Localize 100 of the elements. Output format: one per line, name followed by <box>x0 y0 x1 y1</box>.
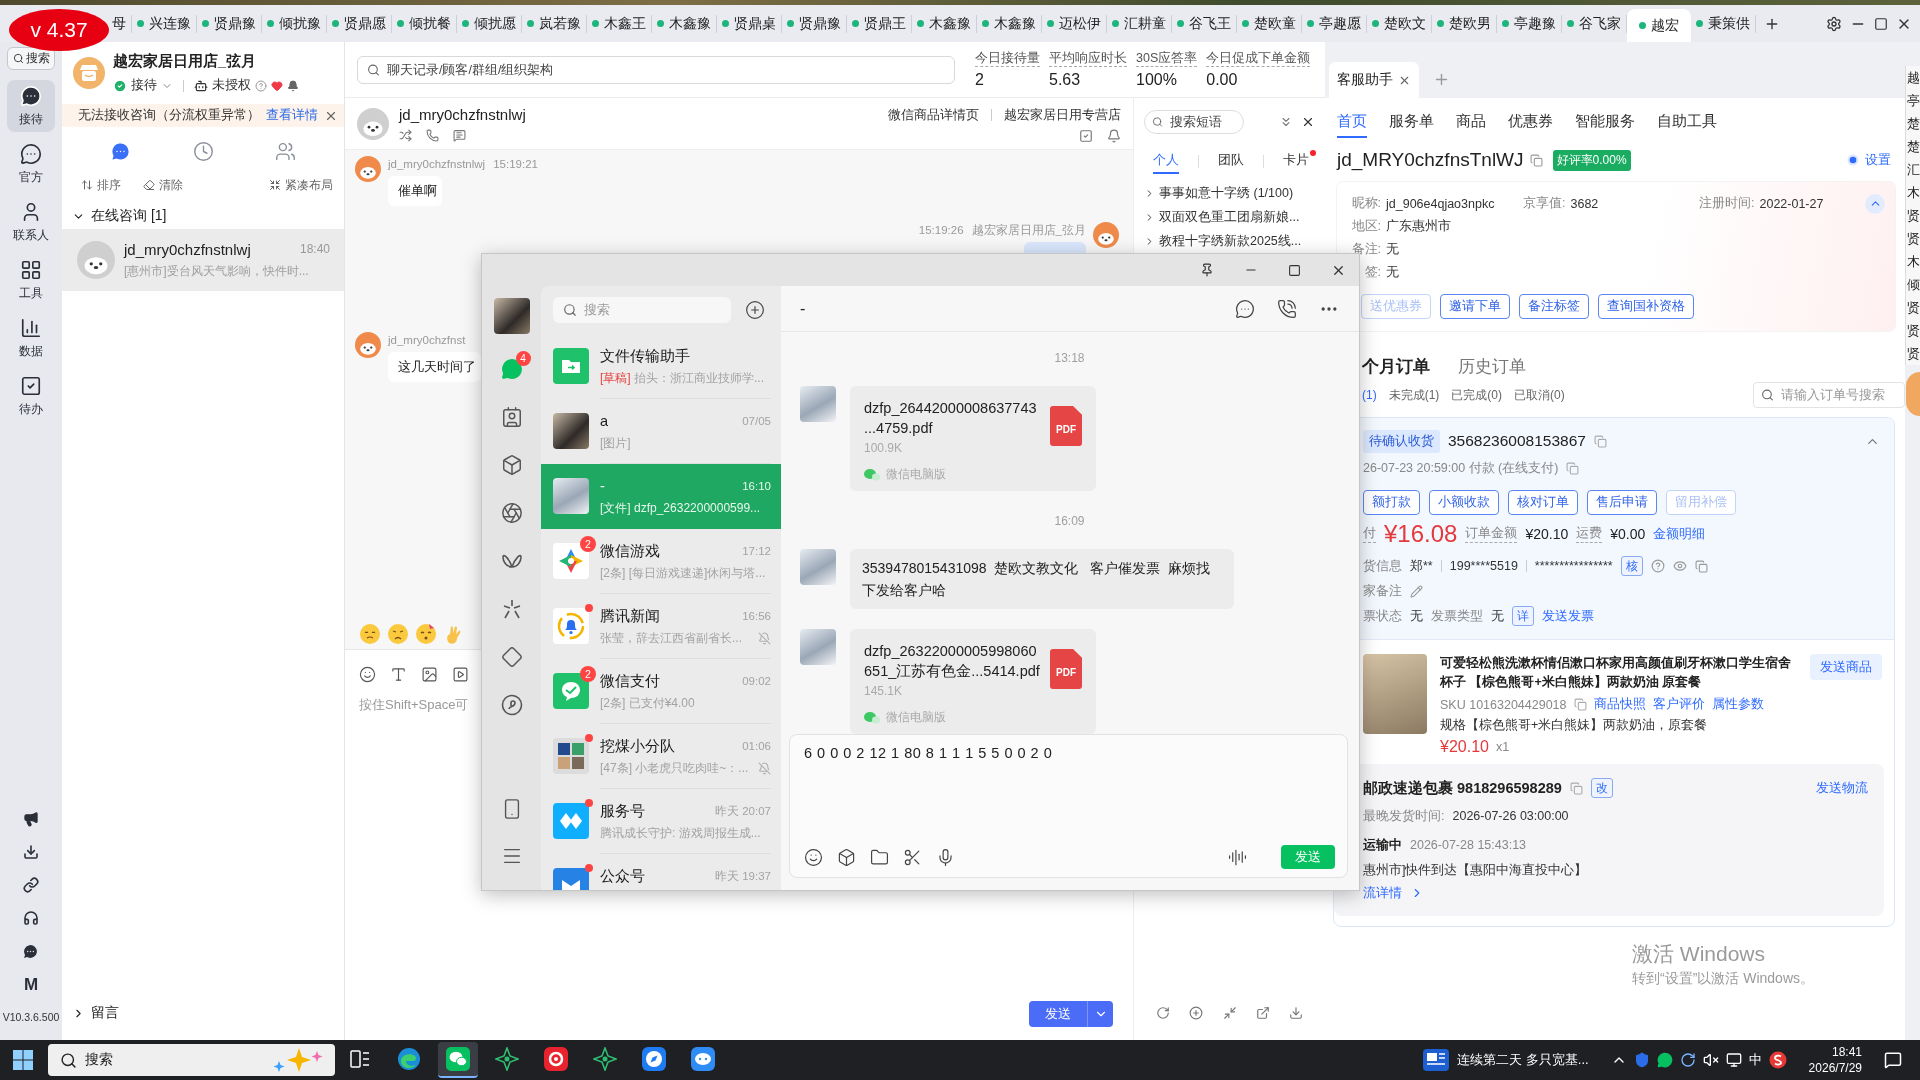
field-value: 广东惠州市 <box>1386 218 1451 235</box>
field-value: 无 <box>1410 607 1423 625</box>
chat-preview: 腾讯成长守护: 游戏周报生成... <box>600 825 761 842</box>
message-bubble: 催单啊 <box>388 176 442 206</box>
field-label: 票状态 <box>1363 607 1402 625</box>
stat-value: 2 <box>975 70 985 89</box>
field-label: 发票类型 <box>1431 607 1483 625</box>
chat-preview: [2条] 已支付¥4.00 <box>600 695 695 712</box>
product-title: 可爱轻松熊洗漱杯情侣漱口杯家用高颜值刷牙杯漱口学生宿舍杯子 【棕色熊哥+米白熊妹】两款奶油 原套餐 <box>1440 654 1792 691</box>
file-size: 145.1K <box>864 684 903 698</box>
message-time: 15:19:26 <box>918 223 964 238</box>
field-label: 付 <box>1363 525 1376 543</box>
unread-badge: 2 <box>580 536 596 552</box>
stat-value: 5.63 <box>1049 70 1082 89</box>
message-bubble: 3539478015431098 楚欧文教文化 客户催发票 麻烦找下发给客户哈 <box>850 549 1234 609</box>
field-label: 京享值: <box>1523 195 1566 212</box>
message-time: 16:09 <box>1054 513 1085 530</box>
field-label: 签: <box>1363 264 1381 281</box>
source-label: 微信电脑版 <box>886 466 946 483</box>
product-sku: SKU 10163204429018 <box>1440 697 1567 712</box>
field-label: 家备注 <box>1363 582 1402 600</box>
field-label: 最晚发货时间: <box>1363 807 1445 825</box>
unread-badge: 2 <box>580 666 596 682</box>
chat-name: - <box>600 477 605 495</box>
chat-preview: [2条] [每日游戏速递]休闲与塔... <box>600 565 766 582</box>
field-value: 3682 <box>1570 196 1599 211</box>
store-name: 越宏家居日用专营店 <box>1004 106 1121 124</box>
tracking-number: 邮政速递包裹 9818296598289 <box>1363 778 1562 798</box>
activation-notice-text: 转到“设置”以激活 Windows。 <box>1632 970 1814 988</box>
chat-time: 昨天 20:07 <box>715 803 771 819</box>
chat-name: 腾讯新闻 <box>600 607 660 625</box>
chat-name: 公众号 <box>600 867 645 885</box>
field-value: 郑** <box>1410 557 1433 575</box>
field-label: 注册时间: <box>1699 195 1755 212</box>
sender-name: 越宏家居日用店_弦月 <box>971 223 1086 238</box>
pdf-file-badge: PDF <box>1050 406 1082 446</box>
product-spec: 规格【棕色熊哥+米白熊妹】两款奶油，原套餐 <box>1440 717 1708 734</box>
message-preview: [惠州市]受台风天气影响，快件时... <box>124 262 310 280</box>
stat-label: 平均响应时长 <box>1049 50 1127 67</box>
chat-time: 昨天 19:37 <box>715 868 771 884</box>
field-label: 昵称: <box>1350 195 1381 212</box>
stat-label: 今日接待量 <box>975 50 1040 67</box>
field-value: 无 <box>1491 607 1504 625</box>
payment-time: 26-07-23 20:59:00 付款 (在线支付) <box>1363 459 1559 477</box>
rating-badge: 好评率0.00% <box>1552 149 1631 171</box>
shipping-status: 运输中 <box>1363 836 1402 854</box>
stat-value: 0.00 <box>1206 70 1239 89</box>
shop-name: 越宏家居日用店_弦月 <box>113 52 258 71</box>
product-price: ¥20.10 <box>1440 738 1489 756</box>
stat-label: 今日促成下单金额 <box>1206 50 1311 67</box>
source-label: 微信商品详情页 <box>888 106 979 124</box>
chat-time: 16:56 <box>742 610 771 622</box>
field-value: 2022-01-27 <box>1759 196 1824 211</box>
order-number: 3568236008153867 <box>1448 432 1586 450</box>
field-label: 地区: <box>1350 218 1381 235</box>
chat-preview: [47条] 小老虎只吃肉哇~：... <box>600 760 749 777</box>
message-time: 15:19:21 <box>493 157 538 172</box>
pdf-file-badge: PDF <box>1050 649 1082 689</box>
file-name: dzfp_26322000005998060 651_江苏有色金...5414.pdf <box>864 642 1040 681</box>
tracking-detail: 惠州市]快件到达【惠阳中海直投中心】 <box>1363 861 1588 879</box>
field-value: 无 <box>1386 241 1399 258</box>
activation-notice-title: 激活 Windows <box>1632 941 1767 967</box>
version-label: V10.3.6.500 <box>2 1010 60 1024</box>
clock-time: 18:41 <box>1831 1044 1862 1060</box>
paid-amount: ¥16.08 <box>1384 520 1458 548</box>
chat-time: 17:12 <box>742 545 771 557</box>
file-size: 100.9K <box>864 441 903 455</box>
alert-text: 无法接收咨询（分流权重异常） <box>78 107 260 124</box>
chat-name: 文件传输助手 <box>600 347 690 365</box>
chat-preview: [图片] <box>600 435 631 452</box>
message-time: 18:40 <box>299 242 330 256</box>
chat-name: 服务号 <box>600 802 645 820</box>
field-value: ¥20.10 <box>1525 526 1569 542</box>
chat-preview: 张莹，辞去江西省副省长... <box>600 630 742 647</box>
source-label: 微信电脑版 <box>886 709 946 726</box>
customer-name: jd_mry0chzfnstnlwj <box>399 105 526 125</box>
message-time: 13:18 <box>1054 350 1085 367</box>
message-bubble: 这几天时间了 <box>388 352 481 382</box>
chat-title: - <box>800 299 806 318</box>
authorization-label: 未授权 <box>212 77 251 94</box>
stat-label: 30S应答率 <box>1136 50 1198 67</box>
field-value: **************** <box>1534 559 1613 573</box>
chat-name: 挖煤小分队 <box>600 737 675 755</box>
sender-name: jd_mry0chzfnst <box>388 333 466 348</box>
chat-time: 01:06 <box>742 740 771 752</box>
clock-date: 2026/7/29 <box>1808 1060 1862 1076</box>
chat-time: 07/05 <box>742 415 771 427</box>
customer-id: jd_MRY0chzfnsTnlWJ <box>1337 149 1524 171</box>
chat-preview: [文件] dzfp_2632200000599... <box>600 500 761 517</box>
field-value: 无 <box>1386 264 1399 281</box>
product-quantity: x1 <box>1495 740 1510 754</box>
field-value: 2026-07-26 03:00:00 <box>1452 809 1569 823</box>
field-value: 199****5519 <box>1449 559 1518 573</box>
field-label: 订单金额 <box>1465 525 1518 543</box>
field-value: ¥0.00 <box>1610 526 1646 542</box>
sender-name: jd_mry0chzfnstnlwj <box>388 157 486 172</box>
chat-preview: [草稿] 抬头：浙江商业技师学... <box>600 370 765 387</box>
field-label: 运费 <box>1576 525 1603 543</box>
field-value: jd_906e4qjao3npkc <box>1386 196 1495 211</box>
chat-name: 微信游戏 <box>600 542 660 560</box>
